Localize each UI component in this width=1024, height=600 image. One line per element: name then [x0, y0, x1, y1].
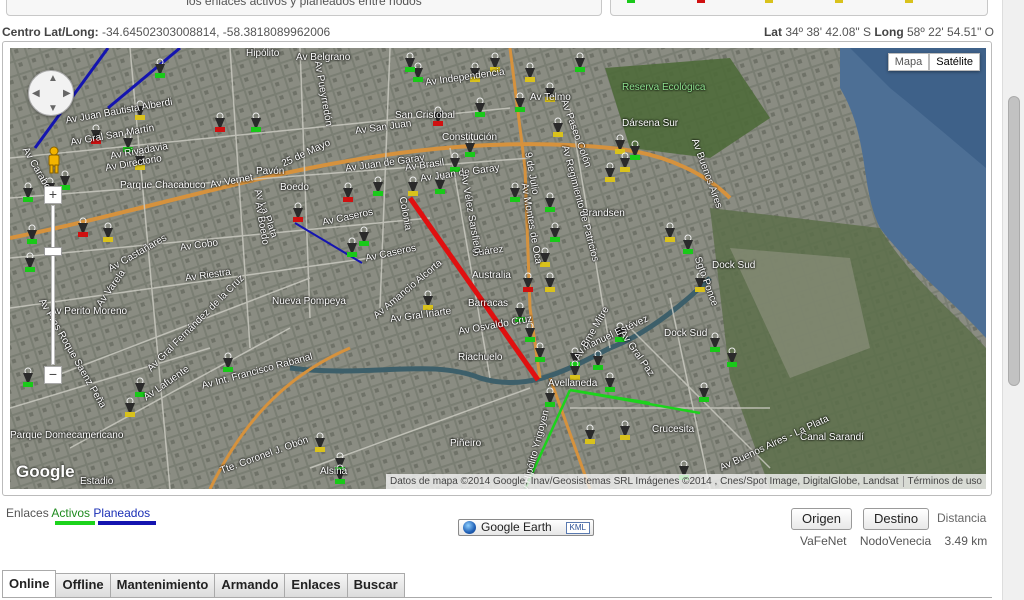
map-street-label: Avellaneda [548, 378, 598, 389]
map-street-label: Barracas [468, 298, 509, 309]
map-street-label: Crucesita [652, 424, 695, 435]
map-street-label: Av Telmo [530, 92, 571, 103]
legend-prefix: Enlaces [6, 506, 49, 520]
map-type-control: Mapa Satélite [887, 53, 980, 71]
satellite-imagery [10, 48, 986, 489]
center-value: -34.64502303008814, -58.3818089962006 [102, 25, 331, 39]
legend-planned: Planeados [93, 506, 151, 520]
destination-button[interactable]: Destino [863, 508, 930, 530]
pan-right-icon[interactable]: ▶ [63, 88, 71, 99]
tab-armando[interactable]: Armando [214, 573, 286, 597]
google-earth-globe-icon [463, 521, 476, 534]
tower-red-icon [697, 0, 705, 3]
zoom-out-button[interactable]: − [44, 366, 62, 384]
lat-value: 34º 38' 42.08" S [785, 25, 871, 39]
attribution-text: Datos de mapa ©2014 Google, Inav/Geosist… [389, 476, 899, 487]
map-street-label: Dársena Sur [622, 118, 679, 129]
map-street-label: Riachuelo [458, 352, 503, 363]
map-street-label: Parque Domecamericano [10, 430, 124, 441]
top-legend-panel [610, 0, 988, 16]
destination-node: NodoVenecia [859, 534, 932, 548]
tab-mantenimiento[interactable]: Mantenimiento [109, 573, 216, 597]
map-street-label: Dock Sud [664, 328, 708, 339]
cursor-coordinates: Lat 34º 38' 42.08" S Long 58º 22' 54.51"… [764, 23, 994, 41]
tab-buscar[interactable]: Buscar [346, 573, 405, 597]
map-street-label: Reserva Ecológica [622, 82, 706, 93]
google-logo: Google [16, 462, 75, 481]
long-value: 58º 22' 54.51" O [907, 25, 994, 39]
map-canvas[interactable]: Hipólito Av Belgrano Av Independencia Av Ju… [10, 48, 986, 489]
long-label: Long [874, 25, 904, 39]
map-street-label: Boedo [280, 182, 309, 193]
map-street-label: Constitución [442, 132, 498, 143]
map-street-label: Piñeiro [450, 438, 482, 449]
origin-node: VaFeNet [800, 534, 847, 548]
map-street-label: Nueva Pompeya [272, 296, 346, 307]
tab-offline[interactable]: Offline [55, 573, 111, 597]
zoom-slider-track[interactable] [51, 205, 55, 365]
top-info-panel: los enlaces activos y planeados entre no… [6, 0, 602, 16]
pan-left-icon[interactable]: ◀ [32, 88, 40, 99]
legend-planned-swatch [98, 521, 156, 525]
legend-active: Activos [51, 506, 91, 520]
top-info-text: los enlaces activos y planeados entre no… [186, 0, 422, 8]
map-attribution: Datos de mapa ©2014 Google, Inav/Geosist… [385, 474, 986, 489]
pegman-icon[interactable] [46, 146, 62, 174]
pan-up-icon[interactable]: ▲ [48, 73, 58, 84]
pan-control[interactable]: ▲ ▼ ◀ ▶ [28, 70, 74, 116]
page-scrollbar[interactable] [1002, 0, 1024, 600]
zoom-slider-handle[interactable] [44, 247, 62, 256]
map-street-label: Parque Chacabuco [120, 180, 206, 191]
tower-yellow-icon [905, 0, 913, 3]
distance-value: 3.49 km [944, 534, 988, 548]
map-street-label: Estadio [80, 476, 114, 487]
map-street-label: Canal Sarandí [800, 432, 864, 443]
map-street-label: Av Perito Moreno [50, 306, 128, 317]
kml-badge: KML [565, 522, 590, 534]
map-street-label: Av Belgrano [296, 52, 351, 63]
map-street-label: Alsina [320, 466, 348, 477]
center-coordinates: Centro Lat/Long: -34.64502303008814, -58… [2, 23, 330, 41]
tab-online[interactable]: Online [2, 570, 57, 597]
distance-label: Distancia [937, 511, 987, 525]
center-label: Centro Lat/Long: [2, 25, 99, 39]
legend-active-swatch [55, 521, 95, 525]
tab-baseline [2, 597, 992, 598]
map-street-label: San Cristobal [395, 110, 456, 121]
tab-enlaces[interactable]: Enlaces [284, 573, 348, 597]
map-street-label: Hipólito [246, 48, 280, 59]
lat-label: Lat [763, 25, 782, 39]
tower-green-icon [627, 0, 635, 3]
tower-yellow-icon [765, 0, 773, 3]
map-frame: Hipólito Av Belgrano Av Independencia Av Ju… [2, 41, 992, 496]
map-street-label: Dock Sud [712, 260, 756, 271]
map-type-button-satelite[interactable]: Satélite [929, 53, 980, 71]
map-type-button-mapa[interactable]: Mapa [887, 53, 930, 71]
links-legend: Enlaces Activos Planeados [6, 506, 150, 520]
map-street-label: Australia [472, 270, 511, 281]
scrollbar-thumb[interactable] [1008, 96, 1020, 386]
node-tabs: Online Offline Mantenimiento Armando Enl… [2, 570, 405, 597]
google-earth-button[interactable]: Google Earth KML [458, 519, 594, 536]
tower-yellow-icon [835, 0, 843, 3]
zoom-in-button[interactable]: + [44, 186, 62, 204]
coordinate-bar: Centro Lat/Long: -34.64502303008814, -58… [0, 23, 996, 41]
map-street-label: Pavón [256, 166, 285, 177]
origin-button[interactable]: Origen [791, 508, 853, 530]
terms-link[interactable]: Términos de uso [902, 476, 982, 487]
pan-down-icon[interactable]: ▼ [48, 103, 58, 114]
distance-info: VaFeNet NodoVenecia 3.49 km [800, 534, 997, 548]
google-earth-label: Google Earth [481, 520, 552, 534]
